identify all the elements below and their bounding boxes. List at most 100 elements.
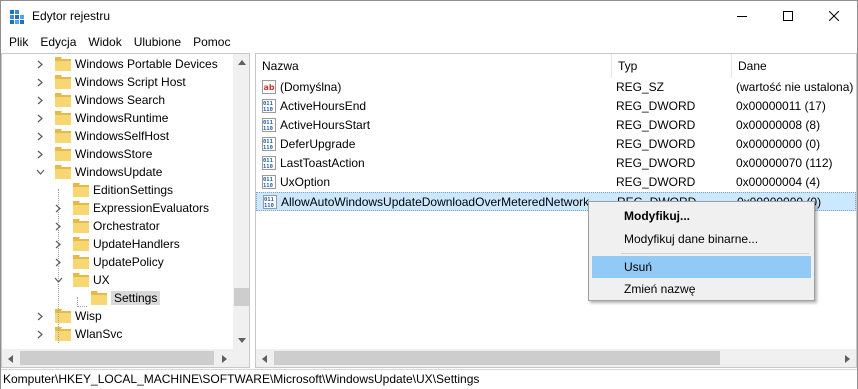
svg-text:ab: ab [264, 83, 275, 92]
folder-icon [73, 273, 89, 287]
svg-text:110: 110 [264, 203, 274, 209]
svg-text:110: 110 [263, 164, 273, 170]
list-row[interactable]: 011 110 LastToastAction REG_DWORD 0x00000070… [256, 154, 856, 173]
context-menu-rename[interactable]: Zmień nazwę [592, 278, 811, 300]
column-header-data[interactable]: Dane [732, 54, 856, 78]
chevron-right-icon[interactable] [35, 59, 45, 69]
folder-icon [73, 183, 89, 197]
chevron-right-icon[interactable] [35, 131, 45, 141]
menu-widok[interactable]: Widok [82, 32, 127, 52]
tree-item[interactable]: Windows Search [35, 91, 165, 109]
folder-icon [55, 75, 71, 89]
value-name: ActiveHoursStart [280, 118, 371, 132]
menu-edycja[interactable]: Edycja [34, 32, 82, 52]
column-header-type[interactable]: Typ [612, 54, 732, 78]
address-status-bar[interactable]: Komputer\HKEY_LOCAL_MACHINE\SOFTWARE\Mic… [1, 369, 857, 389]
folder-icon [55, 111, 71, 125]
minimize-icon [737, 16, 747, 17]
binary-value-icon: 011 110 [262, 156, 276, 170]
maximize-icon [783, 11, 793, 21]
chevron-right-icon[interactable] [35, 329, 45, 339]
close-button[interactable] [811, 1, 857, 31]
menu-bar: Plik Edycja Widok Ulubione Pomoc [1, 31, 857, 53]
chevron-down-icon[interactable] [35, 167, 45, 177]
menu-pomoc[interactable]: Pomoc [187, 32, 236, 52]
value-type: REG_DWORD [616, 156, 696, 170]
list-row[interactable]: 011 110 DeferUpgrade REG_DWORD 0x00000000 (0… [256, 135, 856, 154]
chevron-right-icon[interactable] [35, 113, 45, 123]
menu-ulubione[interactable]: Ulubione [128, 32, 187, 52]
tree-item[interactable]: WindowsSelfHost [35, 127, 169, 145]
key-tree[interactable]: Windows Portable Devices Windows Script H… [1, 53, 250, 368]
chevron-right-icon[interactable] [35, 149, 45, 159]
column-header-name[interactable]: Nazwa [256, 54, 612, 78]
list-row[interactable]: 011 110 ActiveHoursStart REG_DWORD 0x0000000… [256, 116, 856, 135]
chevron-right-icon[interactable] [35, 311, 45, 321]
list-row[interactable]: 011 110 ActiveHoursEnd REG_DWORD 0x00000011 … [256, 97, 856, 116]
scroll-up-icon[interactable] [233, 54, 249, 71]
scroll-right-icon[interactable] [839, 350, 856, 367]
tree-item-label: Settings [111, 291, 161, 305]
folder-icon [55, 93, 71, 107]
binary-value-icon: 011 110 [262, 137, 276, 151]
scroll-down-icon[interactable] [233, 332, 249, 349]
title-bar[interactable]: Edytor rejestru [1, 1, 857, 31]
minimize-button[interactable] [719, 1, 765, 31]
tree-item[interactable]: WindowsRuntime [35, 109, 168, 127]
tree-vertical-scroll-thumb[interactable] [234, 288, 249, 306]
folder-icon [55, 165, 71, 179]
value-data: 0x00000008 (8) [736, 118, 821, 132]
context-menu-separator [621, 253, 809, 254]
scroll-right-icon[interactable] [216, 350, 233, 367]
tree-item[interactable]: UpdatePolicy [53, 253, 164, 271]
tree-item[interactable]: UpdateHandlers [53, 235, 180, 253]
binary-value-icon: 011 110 [262, 118, 276, 132]
tree-horizontal-scroll-thumb[interactable] [20, 351, 214, 365]
context-menu-modify-binary[interactable]: Modyfikuj dane binarne... [592, 228, 811, 250]
tree-item-label: WindowsUpdate [75, 165, 163, 179]
tree-item[interactable]: Windows Portable Devices [35, 55, 218, 73]
binary-value-icon: 011 110 [262, 175, 276, 189]
scrollbar-corner [233, 349, 249, 367]
context-menu-delete[interactable]: Usuń [592, 256, 811, 278]
value-name: ActiveHoursEnd [280, 99, 367, 113]
folder-icon [55, 57, 71, 71]
tree-item[interactable]: Orchestrator [53, 217, 160, 235]
tree-vertical-scrollbar[interactable] [233, 54, 249, 349]
tree-horizontal-scrollbar[interactable] [2, 349, 233, 367]
list-horizontal-scroll-thumb[interactable] [274, 351, 720, 365]
value-name: UxOption [280, 175, 331, 189]
tree-item-label: Windows Search [75, 93, 166, 107]
close-icon [829, 11, 839, 21]
tree-item[interactable]: EditionSettings [53, 181, 173, 199]
tree-item-label: WindowsStore [75, 147, 153, 161]
value-type: REG_DWORD [616, 118, 696, 132]
value-name: AllowAutoWindowsUpdateDownloadOverMetere… [281, 195, 590, 209]
tree-item[interactable]: Settings [71, 289, 161, 307]
list-row[interactable]: 011 110 UxOption REG_DWORD 0x00000004 (4) [256, 173, 856, 192]
scroll-left-icon[interactable] [256, 350, 273, 367]
maximize-button[interactable] [765, 1, 811, 31]
tree-connector-line [77, 306, 87, 307]
value-data: (wartość nie ustalona) [736, 80, 854, 94]
chevron-right-icon[interactable] [35, 95, 45, 105]
scroll-left-icon[interactable] [2, 350, 19, 367]
list-horizontal-scrollbar[interactable] [256, 349, 856, 367]
menu-plik[interactable]: Plik [3, 32, 34, 52]
tree-item[interactable]: Wisp [35, 307, 102, 325]
value-data: 0x00000070 (112) [736, 156, 833, 170]
tree-item[interactable]: UX [53, 271, 110, 289]
chevron-right-icon[interactable] [35, 77, 45, 87]
svg-text:110: 110 [263, 126, 273, 132]
tree-item[interactable]: WlanSvc [35, 325, 122, 343]
svg-text:110: 110 [263, 145, 273, 151]
folder-icon [55, 147, 71, 161]
tree-item[interactable]: WindowsUpdate [35, 163, 162, 181]
context-menu-modify[interactable]: Modyfikuj... [592, 205, 811, 227]
value-data: 0x00000011 (17) [736, 99, 826, 113]
tree-item[interactable]: WindowsStore [35, 145, 152, 163]
tree-item[interactable]: ExpressionEvaluators [53, 199, 209, 217]
list-row[interactable]: ab (Domyślna) REG_SZ (wartość nie ustalona) [256, 78, 856, 97]
tree-item[interactable]: Windows Script Host [35, 73, 186, 91]
